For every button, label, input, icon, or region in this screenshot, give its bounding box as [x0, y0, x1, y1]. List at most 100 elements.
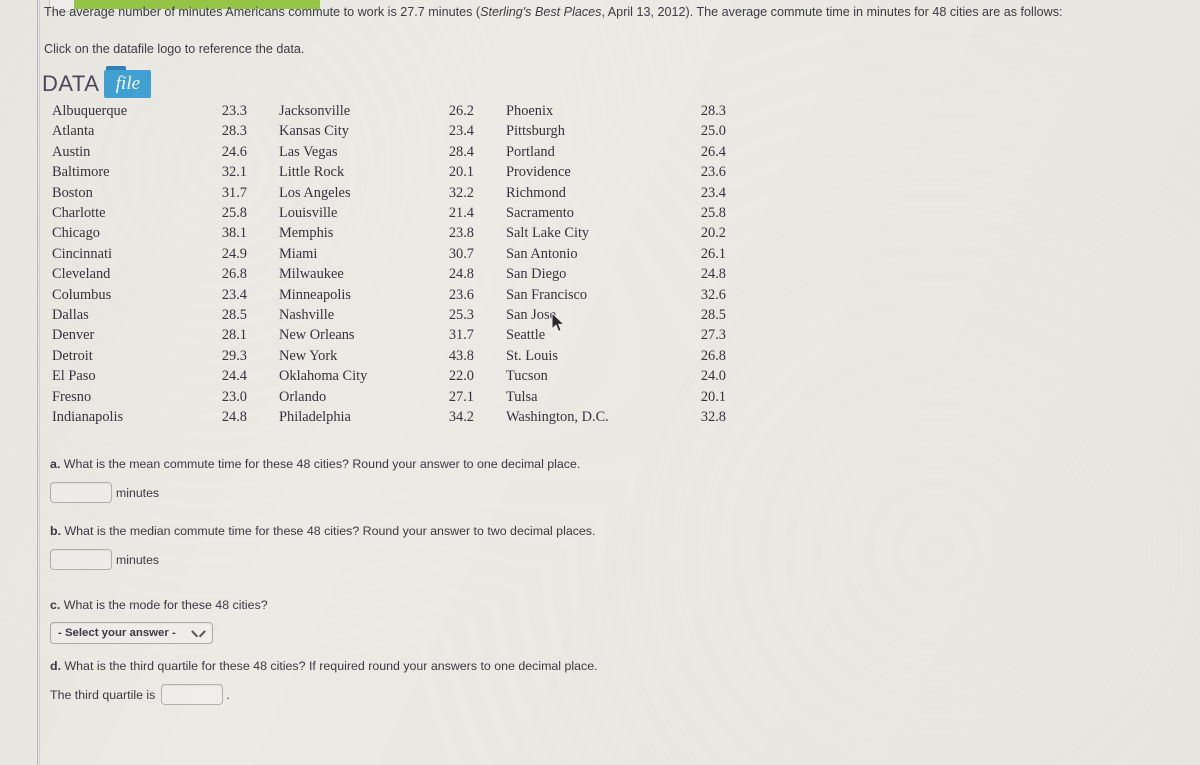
- question-d-marker: d.: [50, 659, 62, 673]
- city-value: 23.8: [448, 225, 474, 242]
- city-value: 24.4: [221, 368, 247, 385]
- city-value: 28.5: [221, 307, 247, 324]
- city-name: Philadelphia: [279, 409, 351, 426]
- city-name: Las Vegas: [279, 143, 338, 160]
- city-value: 20.1: [700, 388, 726, 405]
- city-name: San Francisco: [506, 286, 588, 303]
- city-value: 28.1: [221, 327, 247, 344]
- question-b-answer-row: minutes: [50, 549, 595, 571]
- third-quartile-answer-input[interactable]: [161, 684, 224, 706]
- city-name: Detroit: [52, 347, 93, 364]
- table-row: Boston 31.7 Los Angeles 32.2 Richmond 23.4: [44, 183, 726, 203]
- city-name: Milwaukee: [279, 266, 344, 283]
- datafile-word-label: DATA: [42, 71, 100, 96]
- mode-answer-select-value: - Select your answer -: [58, 627, 176, 640]
- city-name: Columbus: [52, 286, 112, 303]
- city-value: 23.4: [221, 286, 247, 303]
- question-b-text: b. What is the median commute time for t…: [50, 523, 595, 539]
- city-name: New York: [279, 347, 338, 364]
- city-name: Baltimore: [52, 164, 110, 181]
- median-answer-input[interactable]: [50, 549, 112, 571]
- city-value: 32.1: [221, 164, 247, 181]
- folder-icon-label: file: [115, 73, 141, 94]
- city-value: 25.8: [221, 205, 247, 222]
- city-value: 28.5: [700, 307, 726, 324]
- city-value: 43.8: [448, 347, 474, 364]
- table-row: Dallas 28.5 Nashville 25.3 San Jose 28.5: [44, 305, 726, 325]
- city-value: 32.8: [700, 409, 726, 426]
- city-value: 24.8: [700, 266, 726, 283]
- question-b-block: b. What is the median commute time for t…: [50, 523, 595, 571]
- question-a-text: a. What is the mean commute time for the…: [50, 456, 580, 472]
- page-gutter-line-left-secondary: [39, 0, 40, 765]
- city-value: 27.3: [700, 327, 726, 344]
- city-value: 23.4: [700, 184, 726, 201]
- city-value: 26.2: [448, 103, 474, 119]
- folder-icon: file: [104, 66, 152, 98]
- city-name: Cincinnati: [52, 245, 112, 262]
- city-name: Miami: [279, 245, 318, 262]
- city-value: 29.3: [221, 347, 247, 364]
- city-name: Chicago: [52, 225, 100, 242]
- city-value: 23.3: [221, 103, 247, 119]
- table-row: Austin 24.6 Las Vegas 28.4 Portland 26.4: [44, 142, 726, 162]
- city-name: Cleveland: [52, 266, 111, 283]
- city-name: Jacksonville: [279, 103, 351, 119]
- question-a-marker: a.: [50, 457, 61, 471]
- table-row: Charlotte 25.8 Louisville 21.4 Sacramento 25.…: [44, 203, 726, 223]
- table-row: Chicago 38.1 Memphis 23.8 Salt Lake City 20.2: [44, 223, 726, 243]
- city-name: Boston: [52, 184, 93, 201]
- city-name: Portland: [506, 143, 555, 160]
- city-name: Nashville: [279, 307, 335, 324]
- city-name: El Paso: [52, 368, 96, 385]
- table-row: Cincinnati 24.9 Miami 30.7 San Antonio 26.1: [44, 244, 726, 264]
- mean-answer-input[interactable]: [50, 482, 112, 504]
- city-value: 28.4: [448, 143, 474, 160]
- city-value: 24.8: [221, 409, 247, 426]
- question-b-unit-label: minutes: [116, 552, 160, 567]
- city-name: Kansas City: [279, 123, 349, 140]
- city-value: 34.2: [448, 409, 474, 426]
- city-value: 25.3: [448, 307, 474, 324]
- city-value: 24.0: [700, 368, 726, 385]
- city-name: Denver: [52, 327, 95, 344]
- table-row: Cleveland 26.8 Milwaukee 24.8 San Diego 24.8: [44, 264, 726, 284]
- city-value: 31.7: [221, 184, 247, 201]
- city-name: Sacramento: [506, 205, 574, 222]
- page-gutter-line-left: [37, 0, 38, 765]
- city-name: Minneapolis: [279, 286, 351, 303]
- city-name: St. Louis: [506, 347, 558, 364]
- city-value: 27.1: [448, 388, 474, 405]
- table-row: El Paso 24.4 Oklahoma City 22.0 Tucson 24.0: [44, 366, 726, 386]
- intro-line-1-post: , April 13, 2012). The average commute t…: [601, 5, 1063, 19]
- table-row: Fresno 23.0 Orlando 27.1 Tulsa 20.1: [44, 387, 726, 407]
- city-value: 24.9: [221, 245, 247, 262]
- city-value: 25.0: [700, 123, 726, 140]
- table-row: Columbus 23.4 Minneapolis 23.6 San Francisco…: [44, 285, 726, 305]
- city-name: Seattle: [506, 327, 546, 344]
- city-name: Los Angeles: [279, 184, 351, 201]
- city-name: Phoenix: [506, 103, 554, 119]
- question-b-prompt: What is the median commute time for thes…: [64, 524, 596, 538]
- city-name: Louisville: [279, 205, 338, 222]
- question-a-answer-row: minutes: [50, 482, 580, 504]
- city-value: 26.1: [700, 245, 726, 262]
- city-name: Memphis: [279, 225, 334, 242]
- question-d-answer-row: The third quartile is .: [50, 684, 598, 706]
- city-value: 26.8: [221, 266, 247, 283]
- question-d-text: d. What is the third quartile for these …: [50, 658, 598, 674]
- question-a-block: a. What is the mean commute time for the…: [50, 456, 580, 504]
- city-value: 24.6: [221, 143, 247, 160]
- question-c-marker: c.: [50, 598, 61, 612]
- city-value: 38.1: [221, 225, 247, 242]
- question-c-prompt: What is the mode for these 48 cities?: [63, 598, 268, 612]
- city-name: Oklahoma City: [279, 368, 368, 385]
- mode-answer-select[interactable]: - Select your answer -: [50, 622, 213, 645]
- question-d-prefix-label: The third quartile is: [50, 687, 156, 702]
- city-value: 30.7: [448, 245, 474, 262]
- city-value: 21.4: [448, 205, 474, 222]
- datafile-logo-link[interactable]: DATA file: [42, 66, 152, 98]
- city-value: 32.6: [700, 286, 726, 303]
- city-value: 23.6: [700, 164, 726, 181]
- city-value: 28.3: [221, 123, 247, 140]
